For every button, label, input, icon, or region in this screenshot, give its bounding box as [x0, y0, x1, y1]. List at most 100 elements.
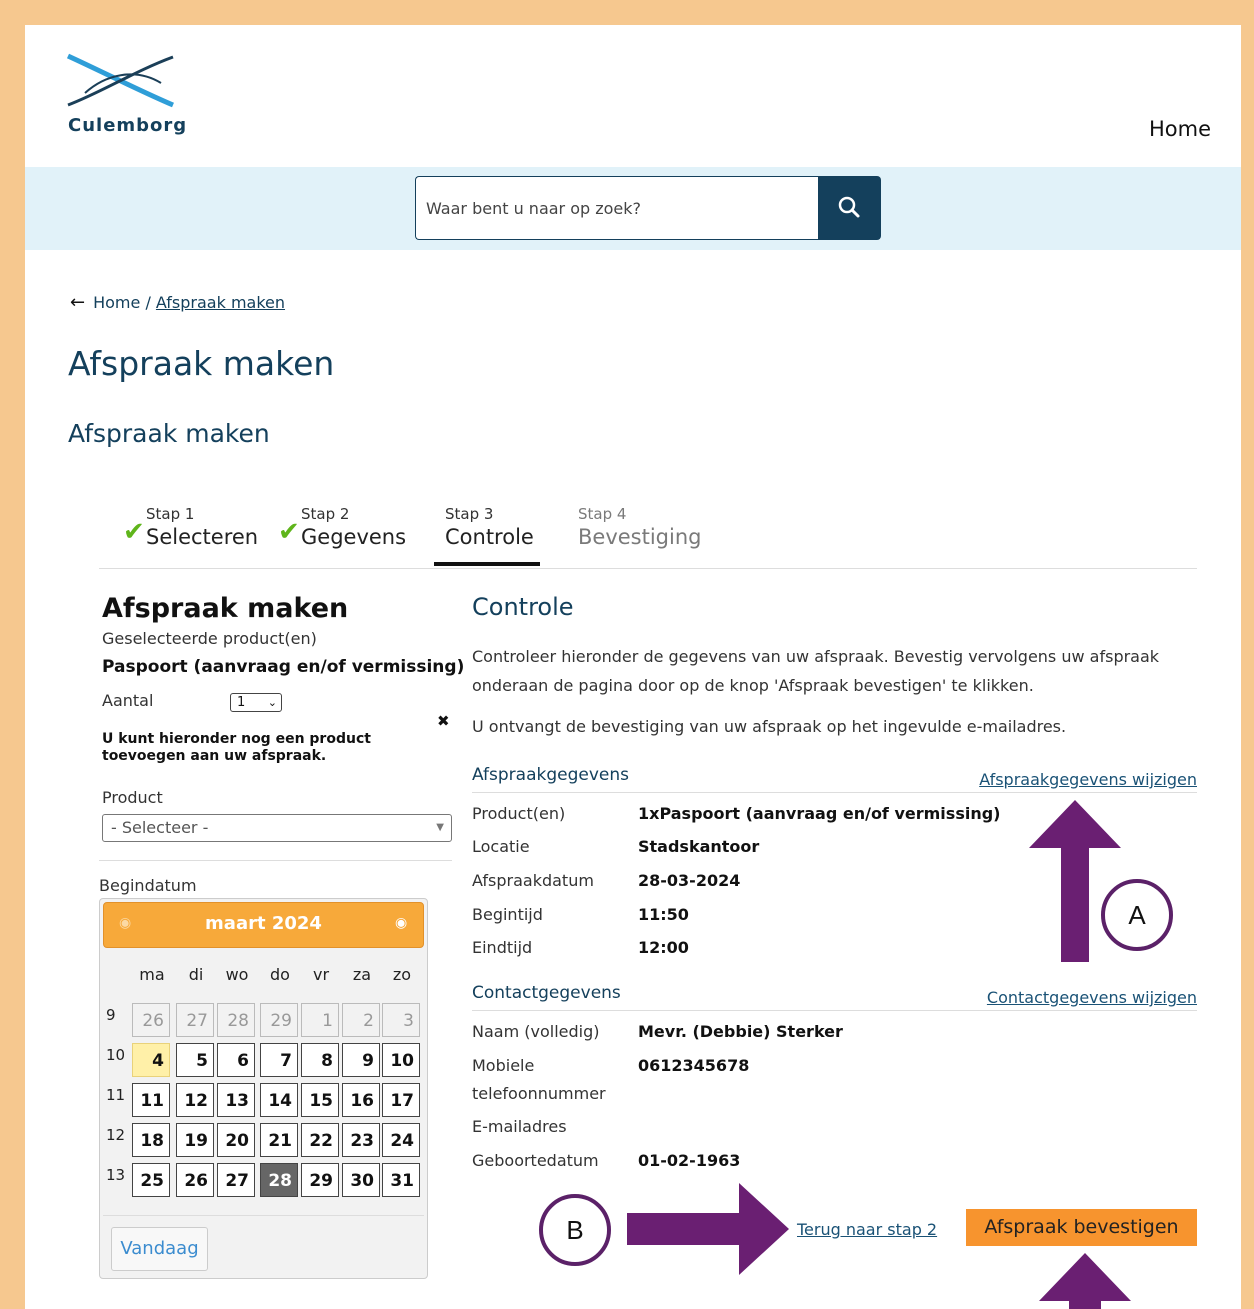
calendar-day[interactable]: 18	[132, 1123, 170, 1157]
search-button[interactable]	[818, 176, 881, 240]
email-note: U ontvangt de bevestiging van uw afspraa…	[472, 717, 1067, 736]
calendar-day: 29	[260, 1003, 298, 1037]
edit-afspraak-link[interactable]: Afspraakgegevens wijzigen	[979, 770, 1197, 789]
week-number: 10	[106, 1046, 126, 1064]
controle-title: Controle	[472, 593, 574, 621]
detail-key: Product(en)	[472, 804, 566, 823]
detail-value: 11:50	[638, 905, 689, 924]
calendar-day[interactable]: 22	[301, 1123, 339, 1157]
breadcrumb-current[interactable]: Afspraak maken	[156, 293, 285, 312]
calendar-day[interactable]: 10	[382, 1043, 420, 1077]
calendar-day: 28	[217, 1003, 255, 1037]
back-arrow-icon[interactable]: ←	[70, 292, 85, 313]
calendar-day[interactable]: 7	[260, 1043, 298, 1077]
calendar-day[interactable]: 25	[132, 1163, 170, 1197]
afspraak-heading: Afspraakgegevens	[472, 765, 629, 785]
page-title: Afspraak maken	[68, 344, 335, 383]
search-input[interactable]	[415, 176, 819, 240]
sidebar-divider	[99, 860, 452, 861]
calendar-day[interactable]: 27	[217, 1163, 255, 1197]
back-to-step2-link[interactable]: Terug naar stap 2	[797, 1220, 937, 1239]
detail-value: 0612345678	[638, 1056, 750, 1075]
add-product-hint: U kunt hieronder nog een product toevoeg…	[102, 731, 371, 764]
weekday-header: ma	[139, 965, 165, 984]
detail-value: 1xPaspoort (aanvraag en/of vermissing)	[638, 804, 1001, 823]
logo-text[interactable]: Culemborg	[68, 115, 187, 136]
product-select[interactable]: - Selecteer - ▼	[102, 814, 452, 842]
detail-key: Eindtijd	[472, 938, 533, 957]
step-4: Stap 4 Bevestiging	[578, 505, 702, 549]
calendar-day[interactable]: 8	[301, 1043, 339, 1077]
step-label: Stap 2	[301, 505, 350, 523]
step-label: Stap 1	[146, 505, 195, 523]
aantal-value: 1	[237, 695, 246, 710]
step-1: Stap 1 Selecteren	[146, 505, 258, 549]
page: Culemborg Home ← Home / Afspraak maken Af…	[25, 25, 1241, 1309]
calendar-day[interactable]: 16	[342, 1083, 380, 1117]
calendar-day[interactable]: 17	[382, 1083, 420, 1117]
annotation-arrow-right-icon	[627, 1183, 789, 1275]
chevron-down-icon: ⌄	[267, 696, 277, 709]
calendar-day: 26	[132, 1003, 170, 1037]
step-label: Stap 4	[578, 505, 627, 523]
detail-value: 12:00	[638, 938, 689, 957]
weekday-header: do	[270, 965, 290, 984]
product-label: Product	[102, 788, 163, 807]
nav-home-link[interactable]: Home	[1149, 117, 1211, 141]
calendar-day[interactable]: 26	[176, 1163, 214, 1197]
step-name: Bevestiging	[578, 525, 702, 549]
annotation-b: B	[539, 1194, 611, 1266]
calendar-day[interactable]: 21	[260, 1123, 298, 1157]
detail-key: Begintijd	[472, 905, 543, 924]
week-number: 12	[106, 1126, 126, 1144]
calendar-day[interactable]: 13	[217, 1083, 255, 1117]
aantal-select[interactable]: 1 ⌄	[230, 693, 282, 712]
confirm-appointment-button[interactable]: Afspraak bevestigen	[966, 1209, 1197, 1246]
step-name: Gegevens	[301, 525, 407, 549]
detail-value: Mevr. (Debbie) Sterker	[638, 1022, 843, 1041]
detail-key: E-mailadres	[472, 1117, 567, 1136]
breadcrumb-home[interactable]: Home	[93, 293, 140, 312]
step2-check-icon: ✔	[278, 517, 300, 547]
search-icon	[838, 196, 860, 218]
section-title: Afspraak maken	[68, 419, 270, 448]
step-name: Selecteren	[146, 525, 259, 549]
calendar-day[interactable]: 14	[260, 1083, 298, 1117]
calendar-day[interactable]: 12	[176, 1083, 214, 1117]
culemborg-logo-icon[interactable]	[65, 53, 177, 109]
aantal-label: Aantal	[102, 691, 154, 710]
today-button[interactable]: Vandaag	[111, 1227, 208, 1271]
calendar-day[interactable]: 11	[132, 1083, 170, 1117]
edit-contact-link[interactable]: Contactgegevens wijzigen	[987, 988, 1197, 1007]
calendar-day[interactable]: 4	[132, 1043, 170, 1077]
calendar-day[interactable]: 5	[176, 1043, 214, 1077]
datepicker-divider	[103, 1215, 424, 1216]
calendar-day[interactable]: 31	[382, 1163, 420, 1197]
calendar-day[interactable]: 29	[301, 1163, 339, 1197]
detail-key: Mobiele telefoonnummer	[472, 1056, 606, 1103]
calendar-day: 2	[342, 1003, 380, 1037]
calendar-day[interactable]: 28	[260, 1163, 298, 1197]
selected-products-label: Geselecteerde product(en)	[102, 629, 317, 648]
remove-product-close-icon[interactable]: ✖	[437, 712, 450, 730]
weekday-header: vr	[312, 965, 330, 984]
stepper-divider	[99, 568, 1197, 569]
calendar-day[interactable]: 19	[176, 1123, 214, 1157]
calendar-day[interactable]: 30	[342, 1163, 380, 1197]
calendar-day[interactable]: 15	[301, 1083, 339, 1117]
weekday-header: zo	[392, 965, 412, 984]
detail-value: Stadskantoor	[638, 837, 760, 856]
breadcrumb-separator: /	[145, 293, 151, 312]
calendar-day[interactable]: 24	[382, 1123, 420, 1157]
step-3: Stap 3 Controle	[445, 505, 534, 549]
week-number: 11	[106, 1086, 126, 1104]
calendar-day[interactable]: 6	[217, 1043, 255, 1077]
annotation-a: A	[1101, 879, 1173, 951]
contact-divider	[472, 1010, 1197, 1011]
calendar-day[interactable]: 20	[217, 1123, 255, 1157]
detail-value: 28-03-2024	[638, 871, 741, 890]
weekday-header: di	[188, 965, 204, 984]
calendar-day[interactable]: 9	[342, 1043, 380, 1077]
next-month-icon[interactable]: ◉	[395, 915, 407, 931]
calendar-day[interactable]: 23	[342, 1123, 380, 1157]
